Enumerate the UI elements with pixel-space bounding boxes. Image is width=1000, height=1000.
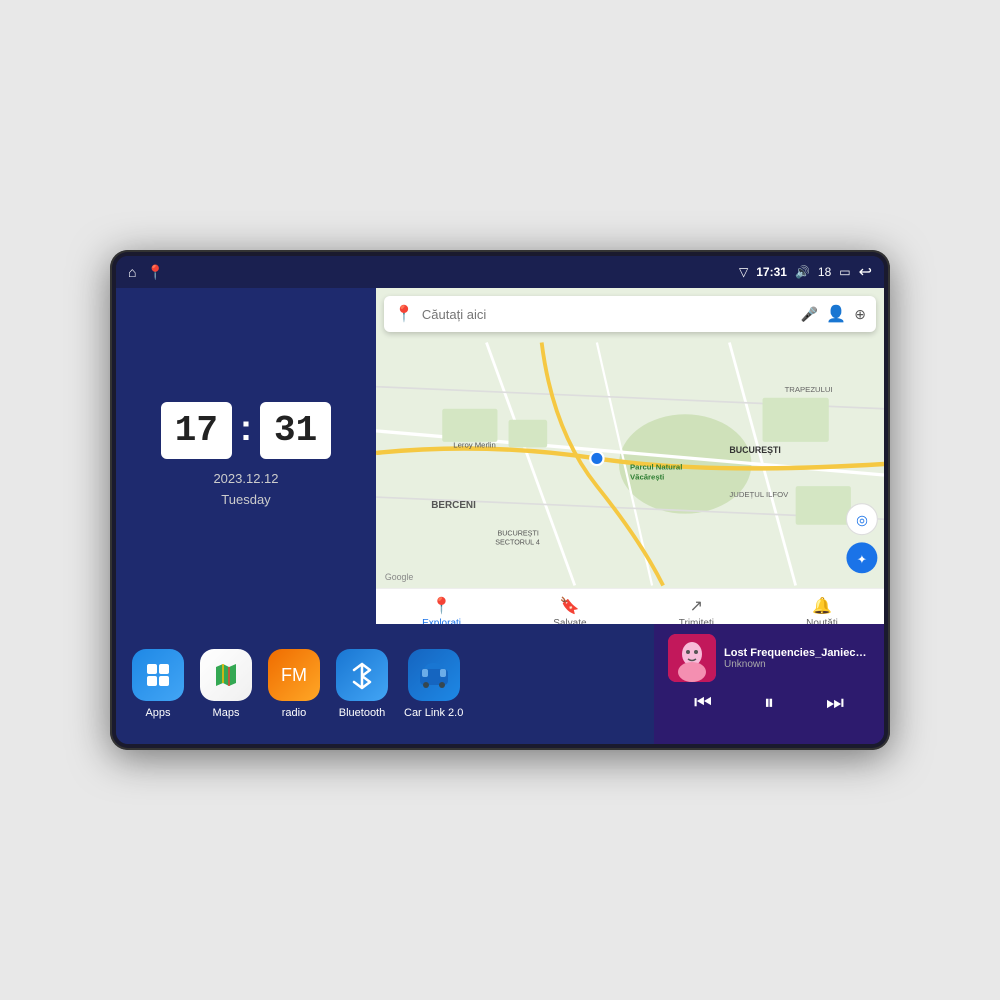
top-section: 17 : 31 2023.12.12 Tuesday 📍 🎤	[116, 288, 884, 624]
map-body: BERCENI BUCUREȘTI JUDEȚUL ILFOV TRAPEZUL…	[376, 340, 884, 588]
svg-text:BERCENI: BERCENI	[431, 500, 476, 511]
carlink-label: Car Link 2.0	[404, 707, 463, 719]
svg-text:Leroy Merlin: Leroy Merlin	[453, 440, 495, 449]
bluetooth-label: Bluetooth	[339, 707, 385, 719]
bottom-section: Apps Maps	[116, 624, 884, 744]
screen: ⌂ 📍 ▽ 17:31 🔊 18 ▭ ↩ 17 :	[116, 256, 884, 744]
map-search-input[interactable]	[422, 307, 793, 322]
bluetooth-icon	[336, 649, 388, 701]
svg-text:BUCUREȘTI: BUCUREȘTI	[729, 445, 781, 455]
battery-level: 18	[818, 265, 831, 279]
radio-icon: FM	[268, 649, 320, 701]
map-tab-share[interactable]: ↗ Trimiteți	[679, 596, 714, 624]
maps-logo-icon: 📍	[394, 304, 414, 324]
music-player: Lost Frequencies_Janieck Devy-... Unknow…	[654, 624, 884, 744]
status-time: 17:31	[756, 265, 787, 279]
carlink-icon	[408, 649, 460, 701]
clock-date: 2023.12.12 Tuesday	[213, 469, 278, 511]
app-item-carlink[interactable]: Car Link 2.0	[404, 649, 463, 719]
clock-minute: 31	[260, 402, 331, 459]
map-tab-saved[interactable]: 🔖 Salvate	[553, 596, 586, 624]
svg-text:Parcul Natural: Parcul Natural	[630, 462, 682, 471]
prev-button[interactable]: ⏮	[694, 692, 712, 715]
maps-app-icon	[200, 649, 252, 701]
radio-label: radio	[282, 707, 306, 719]
status-bar: ⌂ 📍 ▽ 17:31 🔊 18 ▭ ↩	[116, 256, 884, 288]
svg-text:✦: ✦	[857, 552, 867, 566]
app-item-radio[interactable]: FM radio	[268, 649, 320, 719]
map-search-bar[interactable]: 📍 🎤 👤 ⊕	[384, 296, 876, 332]
map-svg: BERCENI BUCUREȘTI JUDEȚUL ILFOV TRAPEZUL…	[376, 340, 884, 588]
map-bottom-bar: 📍 Explorați 🔖 Salvate ↗ Trimiteți 🔔	[376, 588, 884, 624]
location-icon[interactable]: 📍	[146, 264, 163, 281]
mic-icon[interactable]: 🎤	[801, 306, 818, 323]
updates-icon: 🔔	[812, 596, 832, 616]
account-icon[interactable]: 👤	[826, 304, 846, 324]
app-item-bluetooth[interactable]: Bluetooth	[336, 649, 388, 719]
clock-display: 17 : 31	[161, 402, 331, 459]
main-content: 17 : 31 2023.12.12 Tuesday 📍 🎤	[116, 288, 884, 744]
svg-text:JUDEȚUL ILFOV: JUDEȚUL ILFOV	[729, 490, 789, 499]
map-widget[interactable]: 📍 🎤 👤 ⊕	[376, 288, 884, 624]
home-icon[interactable]: ⌂	[128, 264, 136, 280]
signal-icon: ▽	[739, 265, 748, 279]
play-pause-button[interactable]: ⏸	[764, 692, 774, 715]
svg-text:SECTORUL 4: SECTORUL 4	[495, 539, 540, 547]
svg-text:TRAPEZULUI: TRAPEZULUI	[785, 385, 833, 394]
music-info: Lost Frequencies_Janieck Devy-... Unknow…	[668, 634, 870, 682]
apps-icon	[132, 649, 184, 701]
apps-row: Apps Maps	[116, 624, 654, 744]
album-art	[668, 634, 716, 682]
clock-colon: :	[240, 407, 252, 449]
status-left-icons: ⌂ 📍	[128, 264, 164, 281]
app-item-maps[interactable]: Maps	[200, 649, 252, 719]
app-item-apps[interactable]: Apps	[132, 649, 184, 719]
battery-icon: ▭	[839, 265, 850, 279]
status-right-info: ▽ 17:31 🔊 18 ▭ ↩	[739, 262, 872, 282]
back-icon[interactable]: ↩	[859, 262, 872, 282]
music-controls: ⏮ ⏸ ⏭	[668, 688, 870, 719]
saved-icon: 🔖	[560, 596, 580, 616]
music-artist: Unknown	[724, 659, 870, 670]
map-tab-updates[interactable]: 🔔 Noutăți	[806, 596, 838, 624]
map-tab-explore[interactable]: 📍 Explorați	[422, 596, 461, 624]
svg-text:Văcărești: Văcărești	[630, 472, 664, 481]
share-icon: ↗	[690, 596, 703, 616]
layers-icon[interactable]: ⊕	[854, 306, 866, 323]
explore-icon: 📍	[432, 596, 452, 616]
device-frame: ⌂ 📍 ▽ 17:31 🔊 18 ▭ ↩ 17 :	[110, 250, 890, 750]
next-button[interactable]: ⏭	[826, 692, 844, 715]
svg-text:BUCUREȘTI: BUCUREȘTI	[497, 530, 538, 538]
clock-hour: 17	[161, 402, 232, 459]
apps-label: Apps	[145, 707, 170, 719]
svg-text:Google: Google	[385, 572, 414, 582]
svg-text:◎: ◎	[856, 513, 868, 528]
music-text: Lost Frequencies_Janieck Devy-... Unknow…	[724, 647, 870, 670]
music-title: Lost Frequencies_Janieck Devy-...	[724, 647, 870, 659]
clock-widget: 17 : 31 2023.12.12 Tuesday	[116, 288, 376, 624]
maps-label: Maps	[213, 707, 240, 719]
volume-icon: 🔊	[795, 265, 810, 279]
